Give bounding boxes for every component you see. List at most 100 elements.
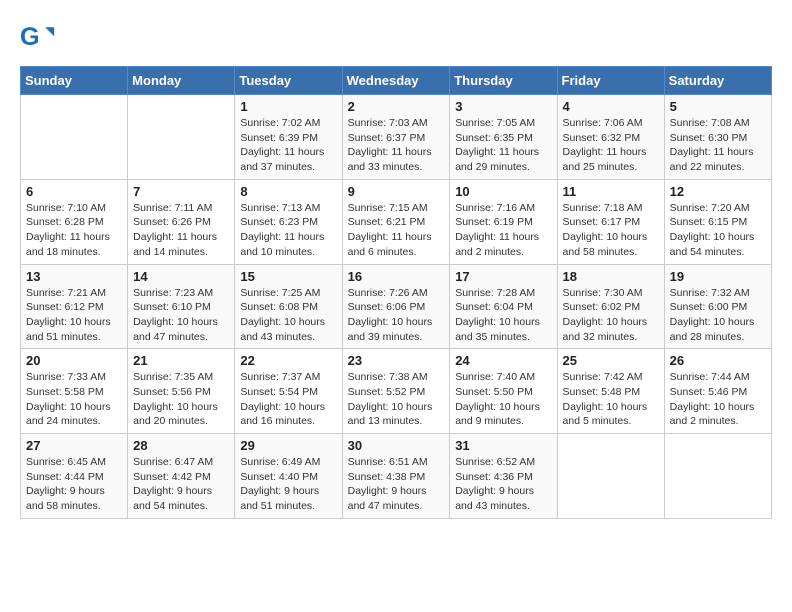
day-info: Sunrise: 7:16 AM Sunset: 6:19 PM Dayligh… [455,201,551,260]
day-number: 23 [348,353,445,368]
calendar-cell: 11 Sunrise: 7:18 AM Sunset: 6:17 PM Dayli… [557,179,664,264]
day-info: Sunrise: 7:38 AM Sunset: 5:52 PM Dayligh… [348,370,445,429]
calendar-cell: 17 Sunrise: 7:28 AM Sunset: 6:04 PM Dayli… [450,264,557,349]
day-info: Sunrise: 7:44 AM Sunset: 5:46 PM Dayligh… [670,370,766,429]
calendar-cell: 12Sunrise: 7:20 AM Sunset: 6:15 PM Dayli… [664,179,771,264]
day-number: 15 [240,269,336,284]
calendar-body: 1 Sunrise: 7:02 AM Sunset: 6:39 PM Daylig… [21,95,772,519]
calendar-cell: 26 Sunrise: 7:44 AM Sunset: 5:46 PM Dayli… [664,349,771,434]
day-info: Sunrise: 7:35 AM Sunset: 5:56 PM Dayligh… [133,370,229,429]
day-info: Sunrise: 7:40 AM Sunset: 5:50 PM Dayligh… [455,370,551,429]
day-number: 18 [563,269,659,284]
weekday-row: SundayMondayTuesdayWednesdayThursdayFrid… [21,67,772,95]
day-info: Sunrise: 7:25 AM Sunset: 6:08 PM Dayligh… [240,286,336,345]
day-info: Sunrise: 7:02 AM Sunset: 6:39 PM Dayligh… [240,116,336,175]
day-number: 20 [26,353,122,368]
calendar-cell: 18 Sunrise: 7:30 AM Sunset: 6:02 PM Dayli… [557,264,664,349]
day-number: 13 [26,269,122,284]
day-number: 4 [563,99,659,114]
calendar-week-2: 6Sunrise: 7:10 AM Sunset: 6:28 PM Daylig… [21,179,772,264]
day-number: 5 [670,99,766,114]
weekday-header-sunday: Sunday [21,67,128,95]
day-info: Sunrise: 7:03 AM Sunset: 6:37 PM Dayligh… [348,116,445,175]
calendar-cell: 15 Sunrise: 7:25 AM Sunset: 6:08 PM Dayli… [235,264,342,349]
day-number: 25 [563,353,659,368]
day-number: 17 [455,269,551,284]
calendar-cell: 27Sunrise: 6:45 AM Sunset: 4:44 PM Dayli… [21,434,128,519]
day-info: Sunrise: 7:21 AM Sunset: 6:12 PM Dayligh… [26,286,122,345]
calendar-cell: 21Sunrise: 7:35 AM Sunset: 5:56 PM Dayli… [128,349,235,434]
day-info: Sunrise: 7:23 AM Sunset: 6:10 PM Dayligh… [133,286,229,345]
weekday-header-thursday: Thursday [450,67,557,95]
day-number: 3 [455,99,551,114]
day-number: 19 [670,269,766,284]
day-number: 27 [26,438,122,453]
day-number: 30 [348,438,445,453]
day-number: 24 [455,353,551,368]
calendar-cell: 22 Sunrise: 7:37 AM Sunset: 5:54 PM Dayli… [235,349,342,434]
day-info: Sunrise: 7:06 AM Sunset: 6:32 PM Dayligh… [563,116,659,175]
day-number: 7 [133,184,229,199]
calendar-cell: 4 Sunrise: 7:06 AM Sunset: 6:32 PM Daylig… [557,95,664,180]
day-number: 26 [670,353,766,368]
calendar-cell: 8 Sunrise: 7:13 AM Sunset: 6:23 PM Daylig… [235,179,342,264]
day-info: Sunrise: 7:37 AM Sunset: 5:54 PM Dayligh… [240,370,336,429]
logo-icon: G [20,20,56,56]
weekday-header-friday: Friday [557,67,664,95]
calendar-cell: 29 Sunrise: 6:49 AM Sunset: 4:40 PM Dayli… [235,434,342,519]
calendar-header: SundayMondayTuesdayWednesdayThursdayFrid… [21,67,772,95]
calendar-week-3: 13 Sunrise: 7:21 AM Sunset: 6:12 PM Dayli… [21,264,772,349]
day-number: 9 [348,184,445,199]
calendar-cell: 31Sunrise: 6:52 AM Sunset: 4:36 PM Dayli… [450,434,557,519]
day-number: 6 [26,184,122,199]
calendar-cell: 10 Sunrise: 7:16 AM Sunset: 6:19 PM Dayli… [450,179,557,264]
weekday-header-saturday: Saturday [664,67,771,95]
calendar-cell: 9 Sunrise: 7:15 AM Sunset: 6:21 PM Daylig… [342,179,450,264]
weekday-header-wednesday: Wednesday [342,67,450,95]
calendar-week-5: 27Sunrise: 6:45 AM Sunset: 4:44 PM Dayli… [21,434,772,519]
day-info: Sunrise: 7:30 AM Sunset: 6:02 PM Dayligh… [563,286,659,345]
calendar-cell: 20 Sunrise: 7:33 AM Sunset: 5:58 PM Dayli… [21,349,128,434]
day-number: 8 [240,184,336,199]
day-info: Sunrise: 7:13 AM Sunset: 6:23 PM Dayligh… [240,201,336,260]
day-info: Sunrise: 7:11 AM Sunset: 6:26 PM Dayligh… [133,201,229,260]
day-number: 11 [563,184,659,199]
day-number: 1 [240,99,336,114]
calendar-cell [128,95,235,180]
calendar-cell [557,434,664,519]
day-info: Sunrise: 6:51 AM Sunset: 4:38 PM Dayligh… [348,455,445,514]
page-header: G [20,20,772,56]
svg-text:G: G [20,23,40,51]
calendar-cell: 23 Sunrise: 7:38 AM Sunset: 5:52 PM Dayli… [342,349,450,434]
day-number: 12 [670,184,766,199]
calendar-cell: 16Sunrise: 7:26 AM Sunset: 6:06 PM Dayli… [342,264,450,349]
calendar-cell: 5Sunrise: 7:08 AM Sunset: 6:30 PM Daylig… [664,95,771,180]
day-number: 29 [240,438,336,453]
calendar-cell: 24 Sunrise: 7:40 AM Sunset: 5:50 PM Dayli… [450,349,557,434]
weekday-header-monday: Monday [128,67,235,95]
day-info: Sunrise: 7:26 AM Sunset: 6:06 PM Dayligh… [348,286,445,345]
day-info: Sunrise: 7:18 AM Sunset: 6:17 PM Dayligh… [563,201,659,260]
day-info: Sunrise: 7:15 AM Sunset: 6:21 PM Dayligh… [348,201,445,260]
calendar-week-1: 1 Sunrise: 7:02 AM Sunset: 6:39 PM Daylig… [21,95,772,180]
calendar-cell: 28Sunrise: 6:47 AM Sunset: 4:42 PM Dayli… [128,434,235,519]
day-info: Sunrise: 7:33 AM Sunset: 5:58 PM Dayligh… [26,370,122,429]
day-number: 2 [348,99,445,114]
calendar-cell: 25Sunrise: 7:42 AM Sunset: 5:48 PM Dayli… [557,349,664,434]
calendar-cell [21,95,128,180]
calendar-table: SundayMondayTuesdayWednesdayThursdayFrid… [20,66,772,519]
calendar-cell: 19 Sunrise: 7:32 AM Sunset: 6:00 PM Dayli… [664,264,771,349]
day-number: 14 [133,269,229,284]
day-info: Sunrise: 7:28 AM Sunset: 6:04 PM Dayligh… [455,286,551,345]
calendar-cell: 3Sunrise: 7:05 AM Sunset: 6:35 PM Daylig… [450,95,557,180]
day-info: Sunrise: 6:49 AM Sunset: 4:40 PM Dayligh… [240,455,336,514]
day-number: 22 [240,353,336,368]
day-info: Sunrise: 7:32 AM Sunset: 6:00 PM Dayligh… [670,286,766,345]
calendar-cell: 30 Sunrise: 6:51 AM Sunset: 4:38 PM Dayli… [342,434,450,519]
calendar-cell: 7 Sunrise: 7:11 AM Sunset: 6:26 PM Daylig… [128,179,235,264]
calendar-week-4: 20 Sunrise: 7:33 AM Sunset: 5:58 PM Dayli… [21,349,772,434]
day-number: 10 [455,184,551,199]
logo: G [20,20,60,56]
weekday-header-tuesday: Tuesday [235,67,342,95]
calendar-cell [664,434,771,519]
